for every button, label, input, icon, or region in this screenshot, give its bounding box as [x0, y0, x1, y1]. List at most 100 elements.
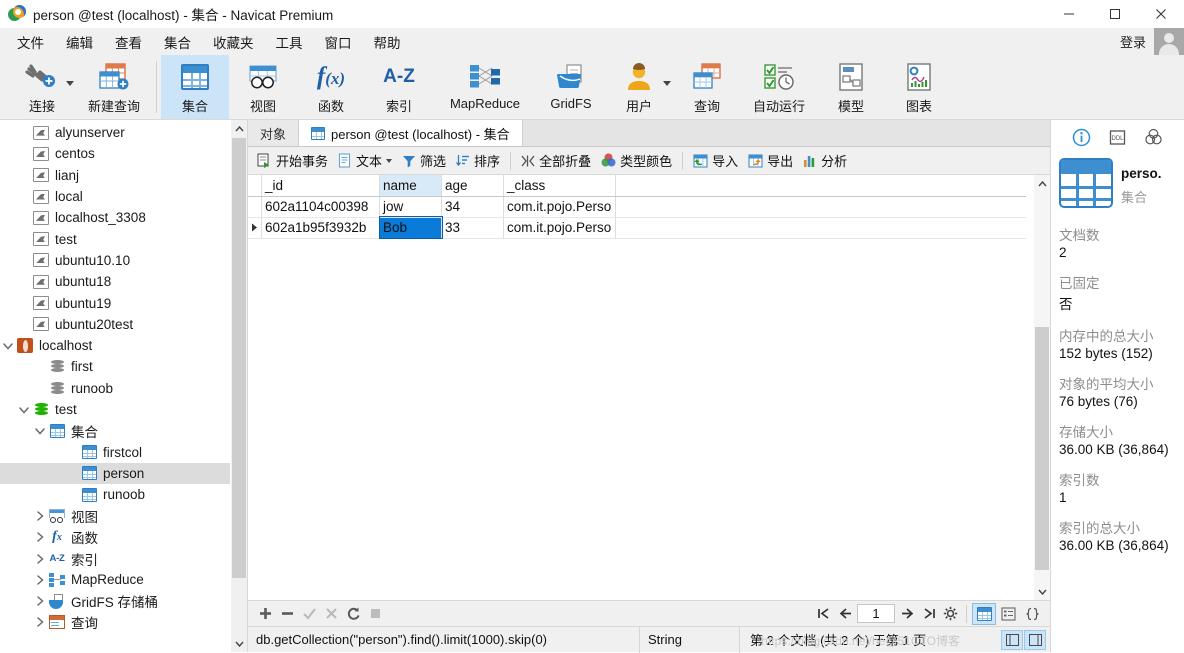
scroll-down-icon[interactable]	[231, 635, 247, 652]
login-button[interactable]: 登录	[1120, 32, 1154, 51]
menu-edit[interactable]: 编辑	[55, 29, 104, 55]
panel-layout-icon[interactable]	[1024, 629, 1046, 650]
grid-scroll-down-icon[interactable]	[1034, 583, 1050, 600]
tab-person-collection[interactable]: person @test (localhost) - 集合	[299, 120, 523, 146]
chevron-right-icon[interactable]	[32, 596, 48, 606]
menu-window[interactable]: 窗口	[314, 29, 363, 55]
delete-record-icon[interactable]	[276, 603, 298, 625]
prev-page-icon[interactable]	[835, 603, 857, 625]
grid-layout-icon[interactable]	[1001, 629, 1023, 650]
toolbar-user[interactable]: 用户	[605, 55, 673, 119]
close-icon[interactable]	[1138, 0, 1184, 28]
chevron-down-icon[interactable]	[32, 426, 48, 436]
tree-item-person[interactable]: person	[0, 462, 230, 485]
maximize-icon[interactable]	[1092, 0, 1138, 28]
grid-column-header[interactable]: _class	[503, 175, 616, 197]
grid-column-header[interactable]: _id	[261, 175, 380, 197]
toolbar-model[interactable]: 模型	[817, 55, 885, 119]
menu-favorites[interactable]: 收藏夹	[202, 29, 265, 55]
chevron-right-icon[interactable]	[32, 553, 48, 564]
menu-help[interactable]: 帮助	[363, 29, 412, 55]
toolbar-automation[interactable]: 自动运行	[741, 55, 817, 119]
grid-scroll-thumb[interactable]	[1035, 327, 1049, 570]
tree-item-local[interactable]: local	[0, 186, 230, 207]
minimize-icon[interactable]	[1046, 0, 1092, 28]
grid-cell[interactable]: 33	[441, 217, 504, 239]
toolbar-function[interactable]: f(x) 函数	[297, 55, 365, 119]
tree-item-ubuntu19[interactable]: ubuntu19	[0, 292, 230, 313]
toolbar-view[interactable]: 视图	[229, 55, 297, 119]
import-button[interactable]: 导入	[688, 149, 743, 173]
grid-cell[interactable]: 34	[441, 196, 504, 218]
toolbar-query[interactable]: 查询	[673, 55, 741, 119]
chevron-down-icon[interactable]	[663, 81, 671, 86]
add-record-icon[interactable]	[254, 603, 276, 625]
type-color-button[interactable]: 类型颜色	[596, 149, 677, 173]
grid-cell[interactable]: com.it.pojo.Perso	[503, 217, 616, 239]
menu-tools[interactable]: 工具	[265, 29, 314, 55]
gear-icon[interactable]	[939, 603, 961, 625]
text-button[interactable]: 文本	[333, 149, 397, 173]
grid-cell[interactable]: Bob	[378, 216, 443, 239]
tree-item-[interactable]: A-Z 索引	[0, 548, 230, 569]
table-row[interactable]: 602a1104c00398 jow 34 com.it.pojo.Perso	[248, 196, 1026, 218]
tree-item-localhost_3308[interactable]: localhost_3308	[0, 207, 230, 228]
json-view-icon[interactable]	[1020, 603, 1044, 625]
export-button[interactable]: 导出	[743, 149, 798, 173]
sidebar-scrollbar[interactable]	[231, 120, 247, 652]
tree-item-GridFS[interactable]: GridFS 存储桶	[0, 591, 230, 612]
tree-item-alyunserver[interactable]: alyunserver	[0, 122, 230, 143]
tree-item-lianj[interactable]: lianj	[0, 165, 230, 186]
tree-item-[interactable]: 视图	[0, 505, 230, 526]
tree-item-firstcol[interactable]: firstcol	[0, 441, 230, 462]
grid-scroll-up-icon[interactable]	[1034, 175, 1050, 192]
chevron-right-icon[interactable]	[32, 575, 48, 585]
user-avatar-icon[interactable]	[1154, 28, 1184, 55]
tree-item-ubuntu18[interactable]: ubuntu18	[0, 271, 230, 292]
grid-cell[interactable]: 602a1b95f3932b	[261, 217, 380, 239]
table-row[interactable]: 602a1b95f3932b Bob 33 com.it.pojo.Perso	[248, 216, 1026, 239]
toolbar-connection[interactable]: 连接	[8, 55, 76, 119]
chevron-down-icon[interactable]	[16, 405, 32, 415]
grid-cell[interactable]: com.it.pojo.Perso	[503, 196, 616, 218]
tree-item-ubuntu10.10[interactable]: ubuntu10.10	[0, 250, 230, 271]
tree-item-centos[interactable]: centos	[0, 143, 230, 164]
sidebar-scroll-thumb[interactable]	[232, 138, 246, 578]
info-circle-icon[interactable]	[1071, 126, 1093, 148]
filter-button[interactable]: 筛选	[397, 149, 451, 173]
tree-item-first[interactable]: first	[0, 356, 230, 377]
refresh-icon[interactable]	[342, 603, 364, 625]
grid-cell[interactable]: jow	[379, 196, 442, 218]
tree-item-runoob[interactable]: runoob	[0, 484, 230, 505]
tab-objects[interactable]: 对象	[248, 120, 300, 146]
collapse-all-button[interactable]: 全部折叠	[516, 149, 596, 173]
toolbar-mapreduce[interactable]: MapReduce	[433, 55, 537, 119]
chevron-down-icon[interactable]	[386, 158, 393, 163]
tree-item-[interactable]: fx 函数	[0, 527, 230, 548]
chevron-right-icon[interactable]	[32, 511, 48, 521]
grid-column-header[interactable]: age	[441, 175, 504, 197]
grid-scrollbar[interactable]	[1034, 175, 1050, 600]
scroll-up-icon[interactable]	[231, 120, 247, 137]
grid-cell[interactable]: 602a1104c00398	[261, 196, 380, 218]
toolbar-chart[interactable]: 图表	[885, 55, 953, 119]
chevron-down-icon[interactable]	[0, 341, 16, 351]
grid-view-icon[interactable]	[972, 602, 996, 625]
page-number-input[interactable]: 1	[857, 604, 895, 623]
menu-collection[interactable]: 集合	[153, 29, 202, 55]
first-page-icon[interactable]	[813, 603, 835, 625]
connection-tree[interactable]: alyunserver centos lianj local localhost_330…	[0, 120, 230, 633]
data-grid[interactable]: _id name age _class 602a1104c00398 jow 34 com.i…	[248, 175, 1026, 239]
begin-transaction-button[interactable]: 开始事务	[252, 149, 333, 173]
tree-item-ubuntu20test[interactable]: ubuntu20test	[0, 314, 230, 335]
analyze-button[interactable]: 分析	[798, 149, 852, 173]
menu-file[interactable]: 文件	[6, 29, 55, 55]
toolbar-index[interactable]: A-Z 索引	[365, 55, 433, 119]
tree-item-test[interactable]: test	[0, 228, 230, 249]
sort-button[interactable]: 排序	[451, 149, 505, 173]
tree-item-localhost[interactable]: localhost	[0, 335, 230, 356]
tree-item-MapReduce[interactable]: MapReduce	[0, 569, 230, 590]
tree-item-[interactable]: 集合	[0, 420, 230, 441]
chevron-right-icon[interactable]	[32, 617, 48, 628]
toolbar-gridfs[interactable]: GridFS	[537, 55, 605, 119]
